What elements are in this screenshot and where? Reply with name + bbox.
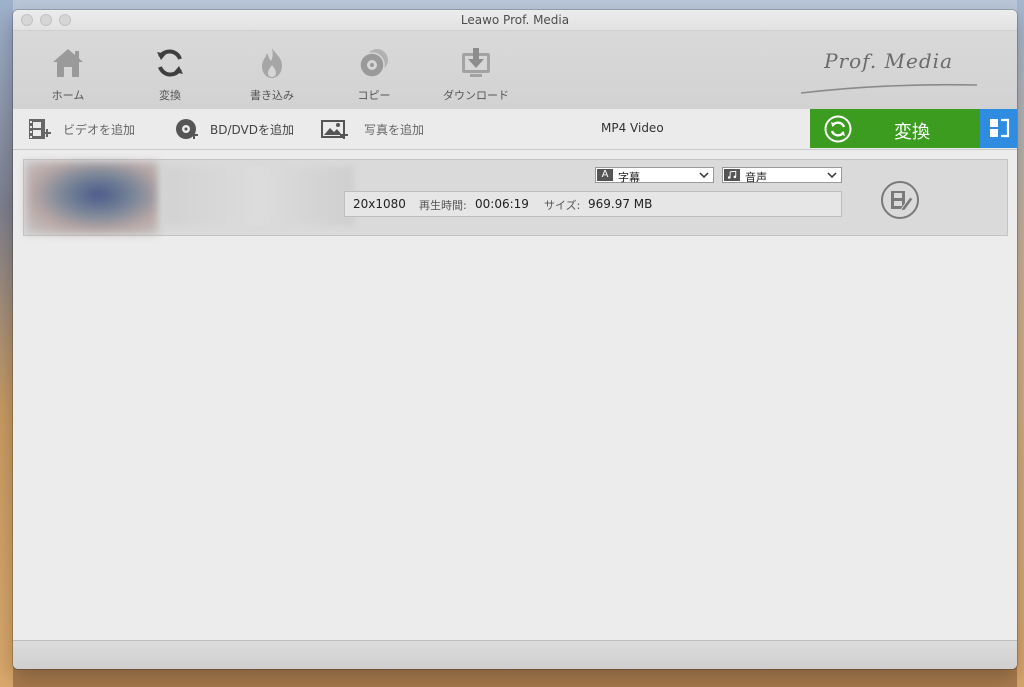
add-bd-dvd-button[interactable]: BD/DVDを追加: [173, 109, 303, 149]
add-video-label: ビデオを追加: [63, 123, 136, 137]
panel-layout-icon: [990, 118, 1010, 138]
disc-copy-icon: [359, 49, 388, 78]
audio-select[interactable]: 音声: [722, 167, 842, 184]
toolbar-download-label: ダウンロード: [443, 89, 509, 102]
convert-button-label: 変換: [894, 122, 930, 143]
add-photo-label: 写真を追加: [364, 123, 425, 137]
file-list-item[interactable]: A 字幕 音声 20x1080 再生時間: 00:06:19 サイズ: 969.…: [23, 159, 1008, 236]
audio-select-value: 音声: [745, 171, 767, 184]
brand-swoosh: [800, 83, 978, 94]
convert-circle-icon: [824, 115, 852, 143]
toolbar-burn[interactable]: 書き込み: [232, 31, 312, 109]
file-list-area: A 字幕 音声 20x1080 再生時間: 00:06:19 サイズ: 969.…: [13, 150, 1017, 640]
home-icon: [53, 49, 83, 77]
size-value: 969.97 MB: [588, 197, 653, 211]
add-video-button[interactable]: ビデオを追加: [25, 109, 145, 149]
video-title-blurred: [164, 166, 354, 226]
chevron-down-icon: [699, 172, 709, 179]
add-bd-dvd-label: BD/DVDを追加: [210, 123, 294, 137]
edit-video-icon[interactable]: [880, 180, 920, 220]
duration-value: 00:06:19: [475, 197, 529, 211]
duration-label: 再生時間:: [419, 199, 467, 212]
disc-add-icon: [176, 119, 198, 139]
output-profile[interactable]: MP4 Video: [601, 121, 664, 135]
side-panel-toggle-button[interactable]: [980, 109, 1017, 148]
toolbar-copy-label: コピー: [357, 89, 391, 102]
toolbar-convert[interactable]: 変換: [130, 31, 210, 109]
convert-icon: [157, 49, 183, 77]
subtitle-select[interactable]: A 字幕: [595, 167, 714, 184]
toolbar-download[interactable]: ダウンロード: [436, 31, 516, 109]
subtitle-select-value: 字幕: [618, 171, 640, 184]
main-toolbar: ホーム 変換 書き込み コピー ダウンロード Prof. Media: [13, 31, 1017, 109]
file-info-box: 20x1080 再生時間: 00:06:19 サイズ: 969.97 MB: [344, 191, 842, 217]
add-photo-button[interactable]: 写真を追加: [321, 109, 441, 149]
subtitle-icon: A: [597, 169, 613, 181]
convert-button[interactable]: 変換: [810, 109, 980, 148]
status-bar: [13, 640, 1017, 669]
toolbar-burn-label: 書き込み: [250, 89, 294, 102]
brand-logo: Prof. Media: [793, 45, 983, 105]
desktop-background-left: [0, 0, 13, 687]
resolution-value: 20x1080: [353, 197, 406, 211]
title-bar: Leawo Prof. Media: [13, 10, 1017, 31]
brand-logo-text: Prof. Media: [824, 49, 953, 73]
window-title: Leawo Prof. Media: [460, 13, 570, 27]
video-thumbnail: [26, 162, 158, 234]
toolbar-home[interactable]: ホーム: [28, 31, 108, 109]
music-note-icon: [724, 169, 740, 181]
chevron-down-icon: [827, 172, 837, 179]
burn-icon: [262, 48, 282, 78]
toolbar-convert-label: 変換: [159, 89, 181, 102]
action-bar: ビデオを追加 BD/DVDを追加 写真を追加 MP4 Video 変換: [13, 109, 1017, 150]
size-label: サイズ:: [544, 199, 581, 212]
desktop-background-right: [1017, 0, 1024, 687]
app-window: Leawo Prof. Media ホーム 変換 書き込み コピー ダウンロード…: [13, 10, 1017, 669]
toolbar-home-label: ホーム: [51, 89, 85, 102]
photo-add-icon: [321, 120, 348, 139]
toolbar-copy[interactable]: コピー: [334, 31, 414, 109]
film-add-icon: [29, 119, 51, 139]
download-icon: [462, 48, 490, 77]
